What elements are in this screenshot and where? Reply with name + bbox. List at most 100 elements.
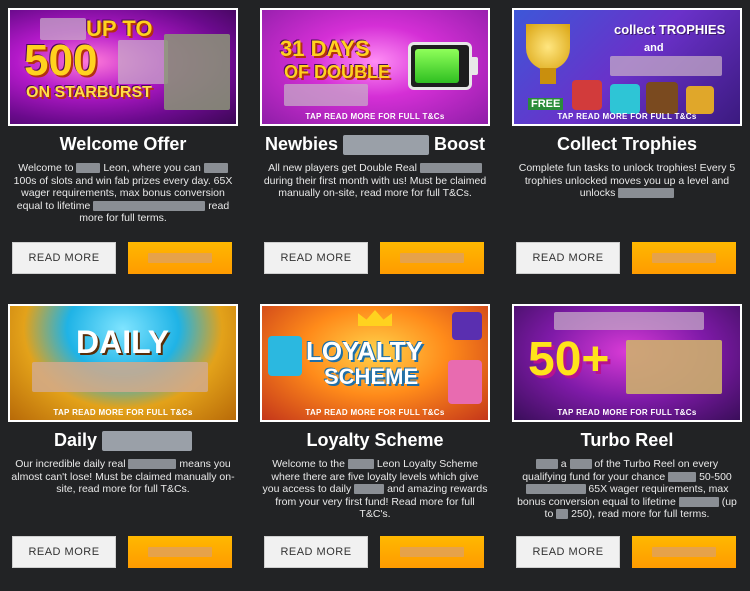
promo-card-loyalty-scheme: LOYALTY SCHEME TAP READ MORE FOR FULL T&… bbox=[260, 304, 490, 568]
desc-text: Welcome to bbox=[18, 162, 74, 174]
card-actions: READ MORE bbox=[264, 242, 484, 274]
desc-text: a bbox=[560, 458, 567, 470]
promo-card-daily: DAILY TAP READ MORE FOR FULL T&Cs Daily … bbox=[8, 304, 238, 568]
card-title-start: Newbies bbox=[264, 134, 338, 154]
blurred-text bbox=[354, 484, 385, 495]
claim-button[interactable] bbox=[128, 242, 232, 274]
desc-text: during their first month with us! Must b… bbox=[263, 174, 487, 200]
read-more-button[interactable]: READ MORE bbox=[12, 242, 116, 274]
character-icon bbox=[448, 360, 482, 404]
card-title-end: Boost bbox=[434, 134, 486, 154]
owl-icon bbox=[646, 82, 678, 114]
banner-and: and bbox=[644, 42, 664, 54]
card-title: Welcome Offer bbox=[59, 134, 187, 154]
banner-daily: DAILY bbox=[76, 324, 170, 360]
card-description: Welcome to the Leon Loyalty Scheme where… bbox=[262, 458, 488, 536]
banner-tap-text: TAP READ MORE FOR FULL T&Cs bbox=[305, 112, 445, 121]
card-description: Welcome to Leon, where you can 100s of s… bbox=[10, 162, 236, 240]
card-description: All new players get Double Real during t… bbox=[262, 162, 488, 240]
claim-button[interactable] bbox=[380, 242, 484, 274]
card-actions: READ MORE bbox=[264, 536, 484, 568]
blurred-text bbox=[347, 459, 374, 470]
blurred-text bbox=[678, 496, 719, 507]
banner-tap-text: TAP READ MORE FOR FULL T&Cs bbox=[557, 112, 697, 121]
claim-button[interactable] bbox=[380, 536, 484, 568]
trophy-base bbox=[540, 68, 556, 84]
crown-icon bbox=[358, 310, 392, 326]
banner-tap-text: TAP READ MORE FOR FULL T&Cs bbox=[53, 408, 193, 417]
promo-banner-welcome[interactable]: UP TO 500 ON STARBURST bbox=[8, 8, 238, 126]
blurred-label bbox=[400, 253, 464, 263]
desc-text: 250), read more for full terms. bbox=[571, 508, 710, 520]
promo-banner-trophies[interactable]: collect TROPHIES and FREE TAP READ MORE … bbox=[512, 8, 742, 126]
banner-tap-text: TAP READ MORE FOR FULL T&Cs bbox=[557, 408, 697, 417]
blurred-region bbox=[164, 34, 230, 110]
blurred-region bbox=[284, 84, 368, 106]
promo-banner-loyalty[interactable]: LOYALTY SCHEME TAP READ MORE FOR FULL T&… bbox=[260, 304, 490, 422]
desc-text: Our incredible daily real bbox=[15, 458, 126, 470]
card-actions: READ MORE bbox=[516, 536, 736, 568]
blurred-label bbox=[148, 547, 212, 557]
promo-banner-turbo[interactable]: 50+ TAP READ MORE FOR FULL T&Cs bbox=[512, 304, 742, 422]
card-actions: READ MORE bbox=[12, 242, 232, 274]
trophy-icon bbox=[526, 24, 570, 70]
blurred-label bbox=[148, 253, 212, 263]
banner-free: FREE bbox=[528, 98, 564, 110]
blurred-region bbox=[554, 312, 704, 330]
blurred-text bbox=[128, 459, 177, 470]
read-more-button[interactable]: READ MORE bbox=[264, 242, 368, 274]
blurred-text bbox=[569, 459, 592, 470]
blurred-region bbox=[626, 340, 722, 394]
promo-banner-daily[interactable]: DAILY TAP READ MORE FOR FULL T&Cs bbox=[8, 304, 238, 422]
card-actions: READ MORE bbox=[516, 242, 736, 274]
blurred-text bbox=[203, 163, 228, 174]
game-tile-icon bbox=[610, 84, 640, 114]
claim-button[interactable] bbox=[632, 536, 736, 568]
character-icon bbox=[452, 312, 482, 340]
blurred-text bbox=[343, 135, 430, 156]
card-description: Complete fun tasks to unlock trophies! E… bbox=[514, 162, 740, 240]
claim-button[interactable] bbox=[632, 242, 736, 274]
promo-card-newbies-boost: 31 DAYS OF DOUBLE TAP READ MORE FOR FULL… bbox=[260, 8, 490, 274]
banner-on-starburst: ON STARBURST bbox=[26, 84, 152, 101]
promotions-grid: UP TO 500 ON STARBURST Welcome Offer Wel… bbox=[0, 0, 750, 591]
blurred-region bbox=[32, 362, 208, 392]
card-title: Daily bbox=[8, 428, 238, 452]
claim-button[interactable] bbox=[128, 536, 232, 568]
promo-card-turbo-reel: 50+ TAP READ MORE FOR FULL T&Cs Turbo Re… bbox=[512, 304, 742, 568]
read-more-button[interactable]: READ MORE bbox=[264, 536, 368, 568]
banner-tap-text: TAP READ MORE FOR FULL T&Cs bbox=[305, 408, 445, 417]
blurred-region bbox=[610, 56, 722, 76]
blurred-text bbox=[668, 471, 697, 482]
desc-text: Welcome to the bbox=[272, 458, 345, 470]
blurred-text bbox=[618, 188, 675, 199]
blurred-text bbox=[419, 163, 482, 174]
read-more-button[interactable]: READ MORE bbox=[516, 242, 620, 274]
banner-31-days: 31 DAYS bbox=[280, 36, 370, 61]
card-title-start: Daily bbox=[53, 430, 97, 450]
blurred-text bbox=[535, 459, 558, 470]
read-more-button[interactable]: READ MORE bbox=[12, 536, 116, 568]
banner-500: 500 bbox=[24, 36, 98, 85]
character-icon bbox=[268, 336, 302, 376]
card-title: Collect Trophies bbox=[556, 134, 698, 154]
blurred-text bbox=[76, 163, 101, 174]
read-more-button[interactable]: READ MORE bbox=[516, 536, 620, 568]
card-title: Loyalty Scheme bbox=[306, 430, 444, 450]
card-description: a of the Turbo Reel on every qualifying … bbox=[514, 458, 740, 536]
blurred-label bbox=[652, 547, 716, 557]
banner-of-double: OF DOUBLE bbox=[284, 62, 390, 82]
game-tile-icon bbox=[572, 80, 602, 110]
blurred-region bbox=[118, 40, 168, 84]
battery-icon bbox=[408, 42, 478, 90]
banner-collect-trophies: collect TROPHIES bbox=[614, 22, 726, 37]
card-actions: READ MORE bbox=[12, 536, 232, 568]
banner-scheme: SCHEME bbox=[324, 364, 419, 389]
promo-banner-newbies[interactable]: 31 DAYS OF DOUBLE TAP READ MORE FOR FULL… bbox=[260, 8, 490, 126]
card-title: Newbies Boost bbox=[260, 132, 490, 156]
promo-card-welcome-offer: UP TO 500 ON STARBURST Welcome Offer Wel… bbox=[8, 8, 238, 274]
banner-50-plus: 50+ bbox=[528, 333, 610, 386]
banner-loyalty: LOYALTY bbox=[306, 336, 424, 366]
promo-card-collect-trophies: collect TROPHIES and FREE TAP READ MORE … bbox=[512, 8, 742, 274]
blurred-text bbox=[556, 509, 569, 520]
